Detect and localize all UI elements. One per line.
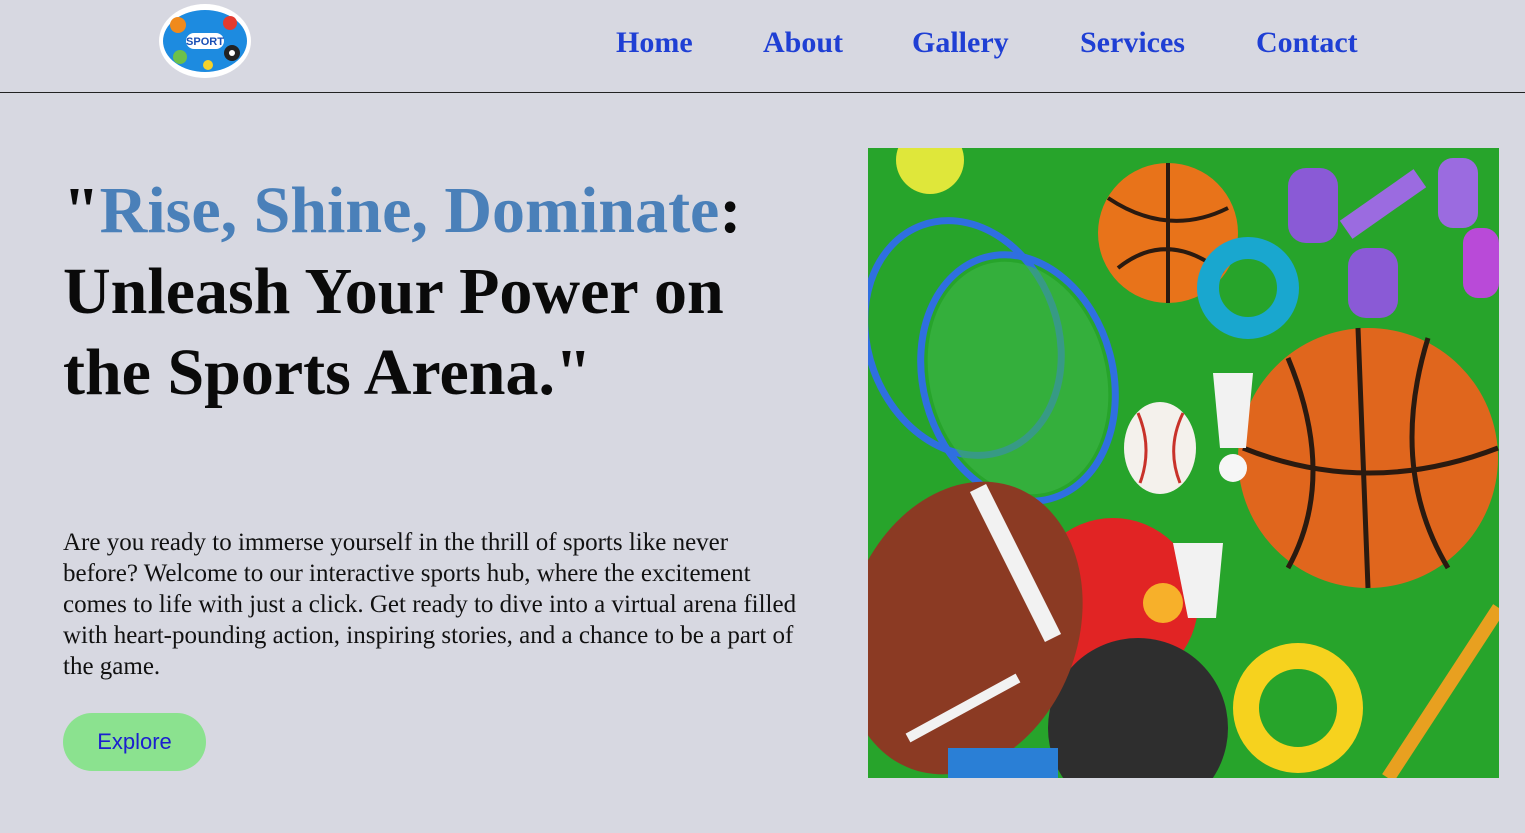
nav-home-link[interactable]: Home [616,26,693,60]
nav-gallery-link[interactable]: Gallery [912,26,1009,60]
hero-title: "Rise, Shine, Dominate: Unleash Your Pow… [63,170,763,413]
sports-equipment-image [868,148,1499,778]
nav-contact-link[interactable]: Contact [1256,26,1358,60]
nav-services-link[interactable]: Services [1080,26,1185,60]
explore-button[interactable]: Explore [63,713,206,771]
nav-about-link[interactable]: About [763,26,843,60]
main-nav: Home About Gallery Services Contact [0,26,1525,66]
site-header: SPORT Home About Gallery Services Contac… [0,0,1525,93]
hero-title-accent: Rise, Shine, Dominate [99,174,720,247]
hero-paragraph: Are you ready to immerse yourself in the… [63,529,797,680]
hero-title-quote: " [63,174,100,247]
